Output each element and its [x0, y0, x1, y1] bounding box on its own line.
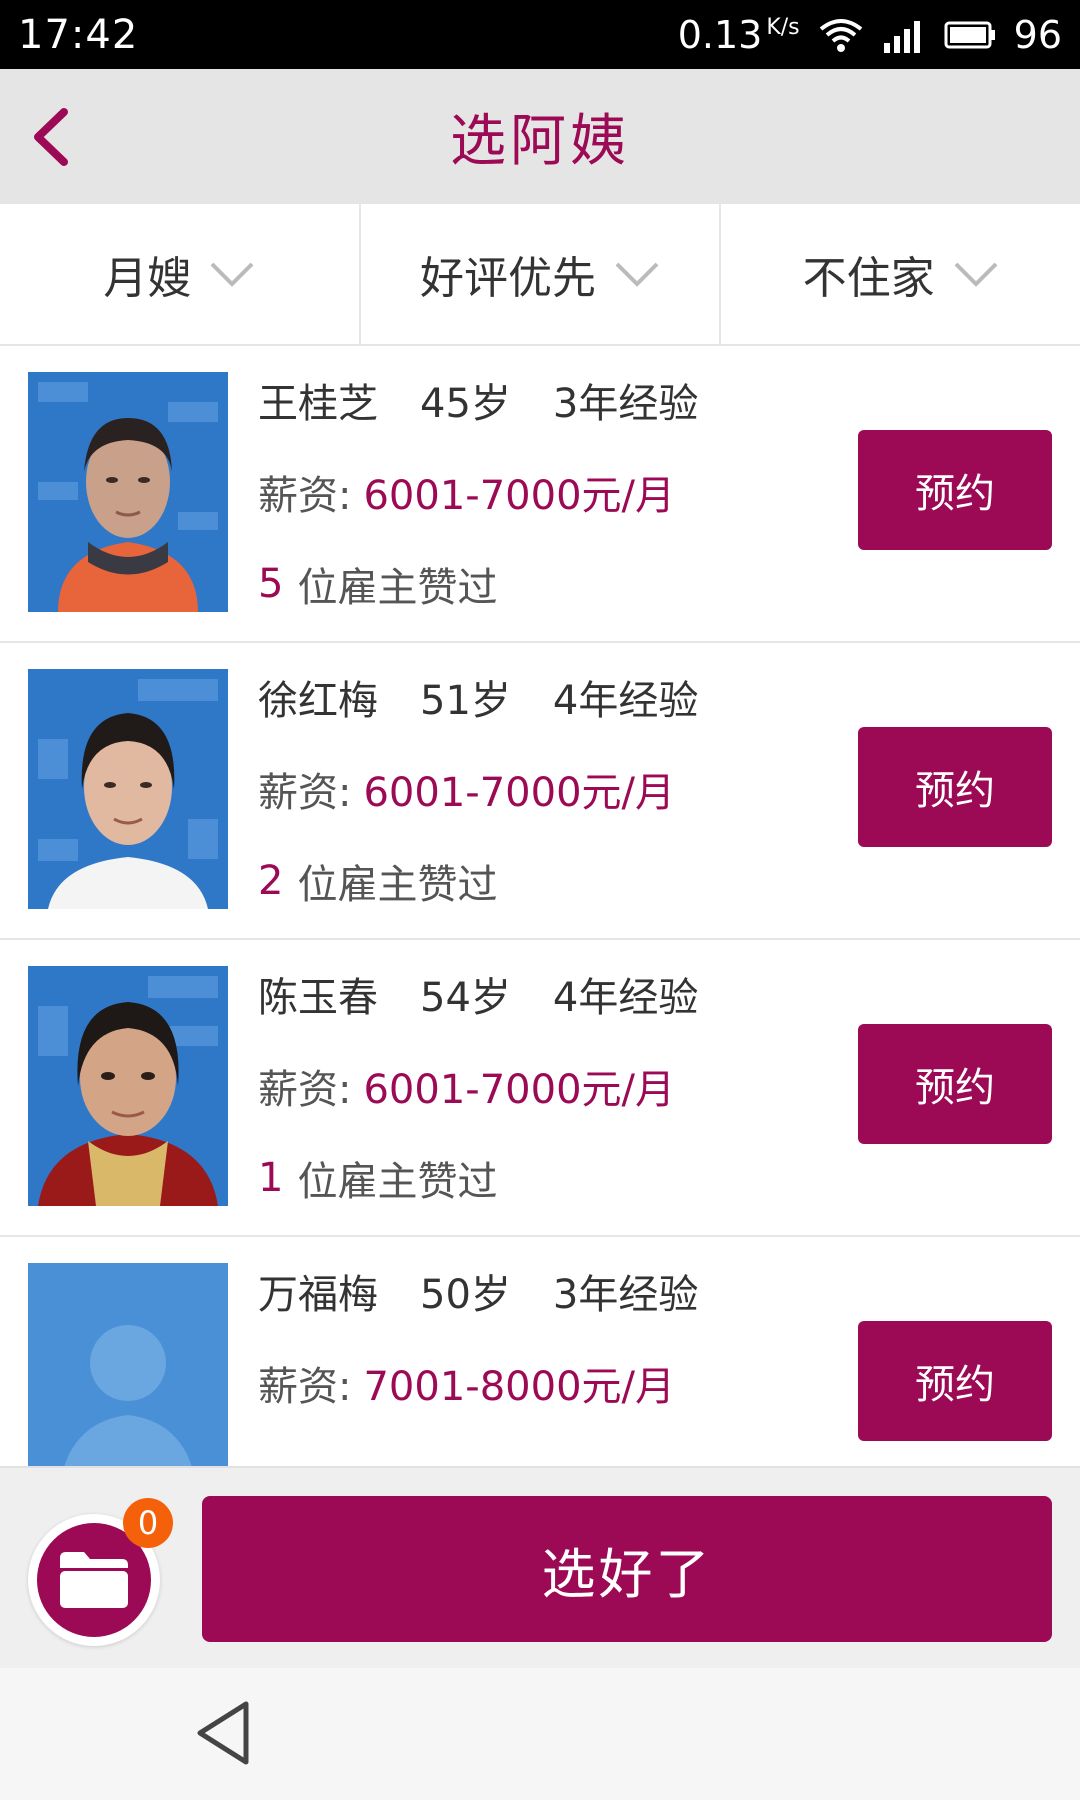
- likes-label: 位雇主赞过: [297, 565, 498, 611]
- nanny-experience: 3年经验: [552, 1272, 699, 1318]
- nanny-age: 50岁: [420, 1272, 511, 1318]
- chevron-down-icon: [954, 262, 998, 287]
- avatar[interactable]: [28, 372, 228, 612]
- app-header: 选阿姨: [0, 69, 1080, 204]
- bottom-action-bar: 0 选好了: [0, 1466, 1080, 1668]
- signal-icon: [882, 17, 926, 53]
- speed-unit: K/s: [766, 14, 800, 40]
- nanny-likes-row: 2 位雇主赞过: [258, 851, 698, 911]
- filter-label: 月嫂: [103, 253, 192, 304]
- nanny-salary-row: 薪资: 6001-7000元/月: [258, 462, 698, 522]
- nanny-summary: 万福梅 50岁 3年经验: [258, 1261, 698, 1321]
- list-item[interactable]: 陈玉春 54岁 4年经验 薪资: 6001-7000元/月 1 位雇主赞过 预约: [0, 940, 1080, 1237]
- list-item[interactable]: 王桂芝 45岁 3年经验 薪资: 6001-7000元/月 5 位雇主赞过 预约: [0, 346, 1080, 643]
- status-time: 17:42: [18, 11, 139, 58]
- nanny-age: 51岁: [420, 678, 511, 724]
- nanny-info: 陈玉春 54岁 4年经验 薪资: 6001-7000元/月 1 位雇主赞过: [258, 964, 698, 1208]
- nanny-experience: 4年经验: [552, 678, 699, 724]
- likes-label: 位雇主赞过: [297, 862, 498, 908]
- nanny-name: 万福梅: [258, 1272, 378, 1318]
- nanny-summary: 王桂芝 45岁 3年经验: [258, 370, 698, 430]
- wifi-icon: [818, 15, 864, 55]
- salary-label: 薪资:: [258, 1067, 352, 1113]
- nanny-likes-row: 1 位雇主赞过: [258, 1148, 698, 1208]
- avatar[interactable]: [28, 966, 228, 1206]
- book-button[interactable]: 预约: [858, 727, 1052, 847]
- nanny-info: 万福梅 50岁 3年经验 薪资: 7001-8000元/月: [258, 1261, 698, 1413]
- salary-label: 薪资:: [258, 1364, 352, 1410]
- nanny-salary-row: 薪资: 6001-7000元/月: [258, 1056, 698, 1116]
- salary-value: 6001-7000元/月: [363, 1067, 675, 1113]
- list-item[interactable]: 徐红梅 51岁 4年经验 薪资: 6001-7000元/月 2 位雇主赞过 预约: [0, 643, 1080, 940]
- nanny-experience: 4年经验: [552, 975, 699, 1021]
- status-bar: 17:42 0.13 K/s 96: [0, 0, 1080, 69]
- folder-icon: [60, 1552, 128, 1608]
- page-title: 选阿姨: [450, 109, 630, 174]
- salary-value: 6001-7000元/月: [363, 770, 675, 816]
- nanny-list[interactable]: 王桂芝 45岁 3年经验 薪资: 6001-7000元/月 5 位雇主赞过 预约: [0, 346, 1080, 1466]
- nanny-summary: 徐红梅 51岁 4年经验: [258, 667, 698, 727]
- likes-label: 位雇主赞过: [297, 1159, 498, 1205]
- battery-icon: [944, 20, 996, 50]
- avatar-placeholder[interactable]: [28, 1263, 228, 1466]
- nanny-info: 徐红梅 51岁 4年经验 薪资: 6001-7000元/月 2 位雇主赞过: [258, 667, 698, 911]
- likes-count: 5: [258, 561, 284, 607]
- filter-bar: 月嫂 好评优先 不住家: [0, 204, 1080, 346]
- system-nav-bar: [0, 1668, 1080, 1800]
- nanny-name: 陈玉春: [258, 975, 378, 1021]
- filter-sort[interactable]: 好评优先: [361, 204, 722, 344]
- filter-residence[interactable]: 不住家: [721, 204, 1080, 344]
- nanny-summary: 陈玉春 54岁 4年经验: [258, 964, 698, 1024]
- nanny-name: 徐红梅: [258, 678, 378, 724]
- nanny-name: 王桂芝: [258, 381, 378, 427]
- battery-level: 96: [1013, 12, 1062, 57]
- chevron-down-icon: [210, 262, 254, 287]
- nanny-salary-row: 薪资: 6001-7000元/月: [258, 759, 698, 819]
- network-speed: 0.13 K/s: [677, 12, 800, 57]
- nanny-experience: 3年经验: [552, 381, 699, 427]
- likes-count: 2: [258, 858, 284, 904]
- likes-count: 1: [258, 1155, 284, 1201]
- nanny-age: 54岁: [420, 975, 511, 1021]
- triangle-back-icon[interactable]: [190, 1698, 260, 1768]
- filter-label: 好评优先: [420, 253, 596, 304]
- salary-value: 6001-7000元/月: [363, 473, 675, 519]
- status-indicators: 0.13 K/s 96: [678, 13, 1062, 57]
- book-button[interactable]: 预约: [858, 1024, 1052, 1144]
- list-item[interactable]: 万福梅 50岁 3年经验 薪资: 7001-8000元/月 预约: [0, 1237, 1080, 1466]
- salary-value: 7001-8000元/月: [363, 1364, 675, 1410]
- cart-count-badge: 0: [123, 1498, 173, 1548]
- filter-label: 不住家: [802, 253, 935, 304]
- person-silhouette-icon: [28, 1263, 228, 1466]
- salary-label: 薪资:: [258, 473, 352, 519]
- chevron-down-icon: [615, 262, 659, 287]
- avatar[interactable]: [28, 669, 228, 909]
- nanny-age: 45岁: [420, 381, 511, 427]
- book-button[interactable]: 预约: [858, 430, 1052, 550]
- nanny-salary-row: 薪资: 7001-8000元/月: [258, 1353, 698, 1413]
- nanny-likes-row: 5 位雇主赞过: [258, 554, 698, 614]
- nanny-info: 王桂芝 45岁 3年经验 薪资: 6001-7000元/月 5 位雇主赞过: [258, 370, 698, 614]
- back-button[interactable]: [20, 105, 80, 169]
- filter-type[interactable]: 月嫂: [0, 204, 361, 344]
- salary-label: 薪资:: [258, 770, 352, 816]
- chevron-left-icon: [34, 108, 68, 166]
- confirm-selection-button[interactable]: 选好了: [202, 1496, 1052, 1642]
- book-button[interactable]: 预约: [858, 1321, 1052, 1441]
